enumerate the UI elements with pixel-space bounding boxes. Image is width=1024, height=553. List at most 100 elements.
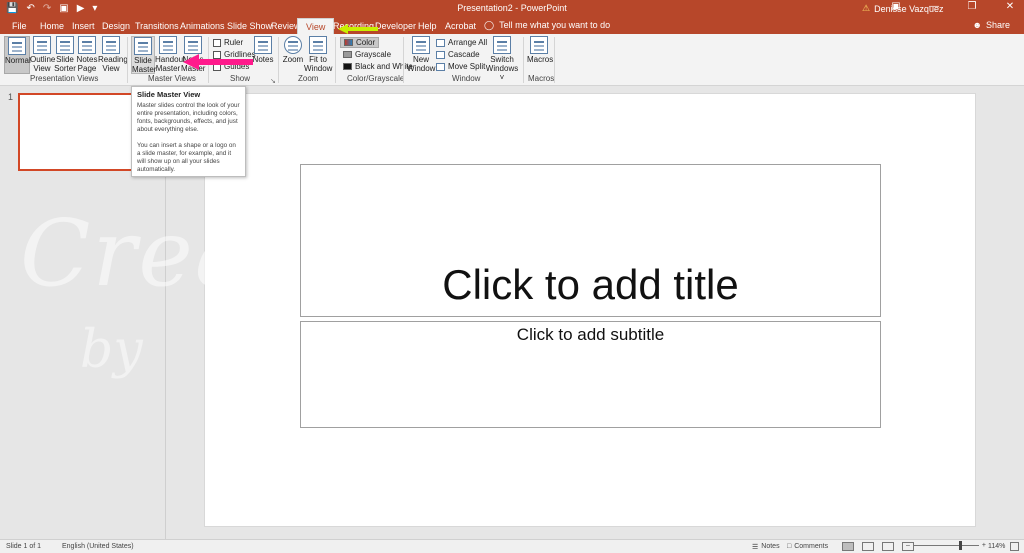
grayscale-swatch-icon: [343, 51, 352, 58]
group-separator: [403, 37, 404, 83]
ribbon-display-options-icon[interactable]: ▣: [888, 1, 904, 12]
group-separator: [523, 37, 524, 83]
tab-slide-show[interactable]: Slide Show: [227, 20, 272, 32]
arrange-all-icon: [436, 38, 445, 47]
new-window-icon: [412, 36, 430, 54]
title-bar: 💾 ↶ ↷ ▣ ▶ ▾ Presentation2 - PowerPoint ⚠…: [0, 0, 1024, 18]
restore-icon[interactable]: ❐: [964, 1, 980, 12]
zoom-button[interactable]: Zoom: [282, 36, 304, 74]
handout-master-button[interactable]: Handout Master: [155, 36, 185, 74]
notes-page-button[interactable]: Notes Page: [76, 36, 98, 74]
subtitle-placeholder-text[interactable]: Click to add subtitle: [300, 325, 881, 345]
watermark-text: e: [880, 350, 907, 401]
group-separator: [335, 37, 336, 83]
arrange-all-button[interactable]: Arrange All: [436, 38, 487, 47]
move-split-button[interactable]: Move Split: [436, 62, 485, 71]
cascade-icon: [436, 50, 445, 59]
handout-master-icon: [159, 36, 177, 54]
tab-developer[interactable]: Developer: [375, 20, 416, 32]
black-white-swatch-icon: [343, 63, 352, 70]
color-grayscale-label: Color/Grayscale: [347, 74, 405, 83]
fit-slide-icon[interactable]: [1010, 542, 1019, 551]
move-split-icon: [436, 62, 445, 71]
slide-sorter-icon[interactable]: [862, 542, 874, 551]
zoom-label: Zoom: [298, 74, 319, 83]
checkbox-icon: [213, 38, 221, 47]
zoom-out-icon[interactable]: –: [906, 542, 910, 549]
notes-page-icon: [78, 36, 96, 54]
notes-icon: ☰: [752, 544, 759, 551]
fit-to-window-button[interactable]: Fit to Window: [304, 36, 332, 74]
person-icon: ☻: [972, 20, 982, 30]
color-button[interactable]: Color: [340, 37, 380, 48]
slide-sorter-icon: [56, 36, 74, 54]
close-icon[interactable]: ✕: [1002, 1, 1018, 12]
comments-toggle[interactable]: □ Comments: [787, 543, 828, 550]
macros-button[interactable]: Macros: [527, 36, 553, 74]
dialog-launcher-icon[interactable]: ↘: [270, 77, 276, 85]
zoom-slider[interactable]: – +: [906, 541, 986, 550]
zoom-in-icon[interactable]: +: [982, 542, 986, 549]
normal-view-button[interactable]: Normal: [4, 36, 31, 74]
status-bar: Slide 1 of 1 English (United States) ☰ N…: [0, 539, 1024, 553]
view-shortcuts: [842, 542, 914, 551]
black-and-white-button[interactable]: Black and White: [340, 61, 416, 72]
switch-windows-icon: [493, 36, 511, 54]
outline-view-icon: [33, 36, 51, 54]
slide-count: Slide 1 of 1: [6, 543, 42, 550]
ruler-checkbox[interactable]: Ruler: [213, 38, 243, 47]
tab-transitions[interactable]: Transitions: [135, 20, 179, 32]
normal-view-icon: [8, 37, 26, 55]
pink-arrow-annotation: [183, 54, 253, 70]
slide-master-tooltip: Slide Master View Master slides control …: [131, 86, 246, 177]
tab-view[interactable]: View: [297, 18, 335, 34]
share-label: Share: [985, 20, 1010, 30]
minimize-icon[interactable]: —: [926, 1, 942, 12]
window-controls: ▣ — ❐ ✕: [888, 1, 1018, 12]
tab-animations[interactable]: Animations: [180, 20, 225, 32]
zoom-slider-handle[interactable]: [958, 541, 962, 550]
macros-group-label: Macros: [528, 74, 555, 83]
tab-file[interactable]: File: [12, 20, 27, 32]
presentation-views-label: Presentation Views: [30, 74, 99, 83]
zoom-percentage[interactable]: 114%: [988, 543, 1005, 550]
macros-icon: [530, 36, 548, 54]
warning-icon: ⚠: [862, 3, 871, 13]
tab-home[interactable]: Home: [40, 20, 64, 32]
magnifier-icon: [284, 36, 302, 54]
new-window-button[interactable]: New Window: [407, 36, 435, 74]
notes-toggle[interactable]: ☰ Notes: [752, 543, 780, 551]
master-views-label: Master Views: [148, 74, 196, 83]
tooltip-paragraph: Master slides control the look of your e…: [137, 102, 240, 133]
share-button[interactable]: ☻ Share: [972, 20, 1010, 30]
outline-view-button[interactable]: Outline View: [30, 36, 55, 74]
reading-view-icon: [102, 36, 120, 54]
color-swatch-icon: [344, 39, 353, 46]
language-indicator[interactable]: English (United States): [62, 543, 134, 550]
title-placeholder-text[interactable]: Click to add title: [300, 262, 881, 308]
window-group-label: Window: [452, 74, 481, 83]
reading-view-button[interactable]: Reading View: [98, 36, 128, 74]
group-separator: [554, 37, 555, 83]
notes-icon: [254, 36, 272, 54]
ribbon: Normal Outline View Slide Sorter Notes P…: [0, 34, 1024, 86]
notes-button[interactable]: Notes: [252, 36, 274, 74]
slide-number: 1: [8, 92, 14, 102]
tooltip-paragraph: You can insert a shape or a logo on a sl…: [137, 142, 236, 173]
watermark-text: by: [80, 320, 143, 380]
tab-insert[interactable]: Insert: [72, 20, 95, 32]
tell-me-search[interactable]: ◯ Tell me what you want to do: [484, 20, 610, 31]
normal-view-icon[interactable]: [842, 542, 854, 551]
tab-design[interactable]: Design: [102, 20, 130, 32]
slide-sorter-button[interactable]: Slide Sorter: [54, 36, 76, 74]
show-label: Show: [230, 74, 251, 83]
reading-view-icon[interactable]: [882, 542, 894, 551]
cascade-button[interactable]: Cascade: [436, 50, 480, 59]
tab-help[interactable]: Help: [418, 20, 437, 32]
slide-master-button[interactable]: Slide Master: [131, 36, 156, 74]
tooltip-title: Slide Master View: [137, 90, 201, 99]
grayscale-button[interactable]: Grayscale: [340, 49, 394, 60]
tab-acrobat[interactable]: Acrobat: [445, 20, 476, 32]
switch-windows-button[interactable]: Switch Windows ˅: [485, 36, 519, 82]
zoom-slider-track[interactable]: [912, 541, 979, 550]
